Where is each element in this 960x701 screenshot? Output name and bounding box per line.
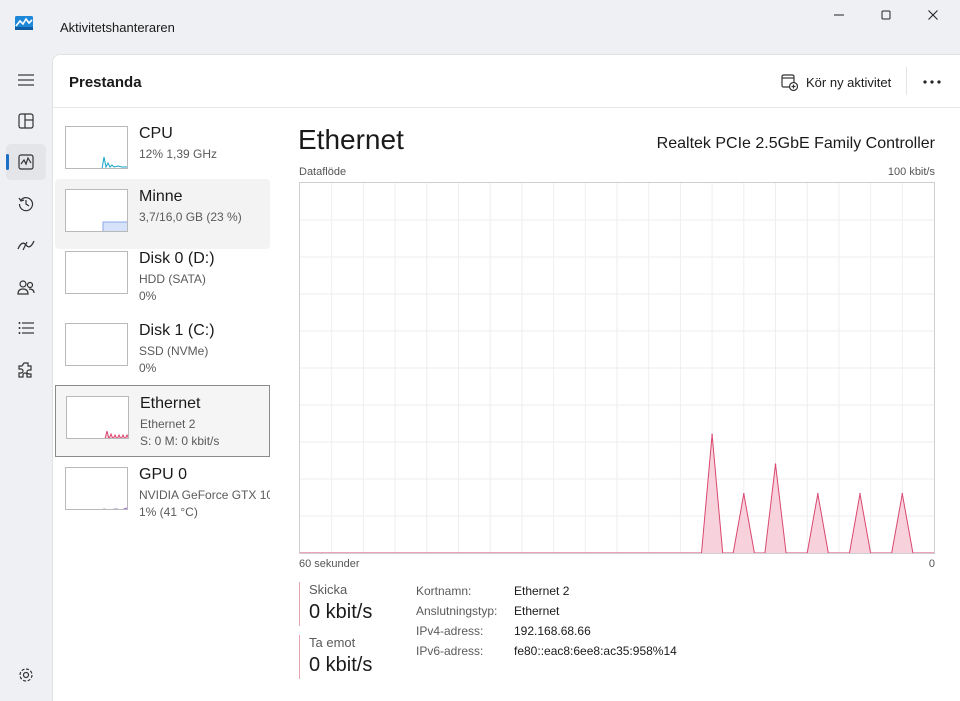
nav-services[interactable] (6, 352, 46, 388)
resource-item-disk-1[interactable]: Disk 1 (C:) SSD (NVMe) 0% (55, 313, 270, 383)
receive-value: 0 kbit/s (309, 654, 373, 676)
property-value: 192.168.68.66 (514, 624, 591, 638)
resource-subtitle: SSD (NVMe) (139, 344, 209, 358)
nav-details[interactable] (6, 310, 46, 346)
send-value: 0 kbit/s (309, 601, 373, 623)
resource-subtitle: 3,7/16,0 GB (23 %) (139, 210, 242, 224)
chart-label-max: 100 kbit/s (887, 166, 935, 178)
close-icon (928, 10, 938, 20)
receive-stat: Ta emot 0 kbit/s (299, 635, 399, 679)
resource-usage: 1% (41 °C) (139, 505, 198, 519)
page-title: Prestanda (69, 74, 142, 91)
property-key: IPv4-adress: (416, 624, 484, 638)
throughput-data-point (901, 493, 904, 495)
page-header: Prestanda Kör ny aktivitet (53, 55, 960, 108)
app-history-icon (18, 197, 34, 212)
resource-name: Disk 1 (C:) (139, 322, 215, 339)
receive-label: Ta emot (309, 635, 356, 650)
resource-usage: 0% (139, 289, 157, 303)
minimize-button[interactable] (816, 0, 862, 30)
maximize-button[interactable] (863, 0, 909, 30)
send-stat: Skicka 0 kbit/s (299, 582, 399, 626)
nav-settings[interactable] (6, 657, 46, 693)
nav-app-history[interactable] (6, 186, 46, 222)
throughput-chart-svg (300, 183, 934, 553)
nav-performance[interactable] (6, 144, 46, 180)
startup-apps-icon (17, 240, 35, 251)
services-icon (18, 362, 32, 378)
resource-usage: 0% (139, 361, 157, 375)
task-manager-icon (15, 16, 33, 30)
settings-icon (19, 668, 33, 682)
resource-name: Minne (139, 188, 183, 205)
nav-startup-apps[interactable] (6, 227, 46, 263)
memory-thumbnail-graph (65, 189, 128, 232)
property-value: Ethernet 2 (514, 584, 570, 598)
resource-name: Ethernet (140, 395, 201, 412)
chart-label-throughput: Dataflöde (299, 166, 347, 178)
throughput-data-point (711, 433, 713, 436)
resource-item-disk-0[interactable]: Disk 0 (D:) HDD (SATA) 0% (55, 241, 270, 311)
disk-0-thumbnail-graph (65, 251, 128, 294)
property-value: Ethernet (514, 604, 560, 618)
resource-subtitle: 12% 1,39 GHz (139, 147, 218, 161)
resource-item-gpu-0[interactable]: GPU 0 NVIDIA GeForce GTX 10 1% (41 °C) (55, 457, 270, 527)
cpu-thumbnail-graph (65, 126, 128, 169)
more-options-button[interactable] (916, 69, 948, 95)
nav-menu-button[interactable] (6, 62, 46, 98)
throughput-data-point (743, 493, 745, 495)
nav-processes[interactable] (6, 103, 46, 139)
performance-icon (18, 154, 34, 170)
device-name: Realtek PCIe 2.5GbE Family Controller (656, 135, 935, 152)
resource-item-ethernet[interactable]: Ethernet Ethernet 2 S: 0 M: 0 kbit/s (55, 385, 270, 457)
run-new-task-label: Kör ny aktivitet (806, 74, 892, 90)
throughput-chart (299, 182, 935, 554)
send-label: Skicka (309, 582, 348, 597)
navigation-rail (0, 54, 52, 701)
chart-axis-zero-label: 0 (928, 558, 935, 570)
detail-title: Ethernet (298, 124, 404, 155)
resource-item-memory[interactable]: Minne 3,7/16,0 GB (23 %) (55, 179, 270, 249)
property-key: Anslutningstyp: (416, 604, 498, 618)
title-bar: Aktivitetshanteraren (0, 0, 960, 54)
property-value: fe80::eac8:6ee8:ac35:958%14 (514, 644, 677, 658)
maximize-icon (881, 10, 891, 20)
resource-subtitle: Ethernet 2 (140, 417, 196, 431)
processes-icon (18, 113, 34, 129)
resource-item-cpu[interactable]: CPU 12% 1,39 GHz (55, 116, 270, 186)
run-new-task-button[interactable]: Kör ny aktivitet (775, 69, 897, 95)
property-key: IPv6-adress: (416, 644, 484, 658)
users-icon (17, 280, 35, 295)
close-button[interactable] (910, 0, 956, 30)
resource-subtitle: NVIDIA GeForce GTX 10 (139, 488, 270, 502)
window-title: Aktivitetshanteraren (60, 20, 175, 35)
chart-axis-time-label: 60 sekunder (299, 558, 360, 570)
resource-usage: S: 0 M: 0 kbit/s (140, 434, 220, 448)
throughput-data-point (816, 493, 819, 495)
resource-name: CPU (139, 125, 173, 142)
throughput-data-point (774, 463, 777, 466)
disk-1-thumbnail-graph (65, 323, 128, 366)
ethernet-thumbnail-graph (66, 396, 129, 439)
menu-icon (18, 74, 34, 86)
more-options-icon (923, 80, 941, 84)
resource-subtitle: HDD (SATA) (139, 272, 206, 286)
run-task-icon (781, 73, 798, 91)
resource-name: Disk 0 (D:) (139, 250, 215, 267)
property-key: Kortnamn: (416, 584, 472, 598)
gpu-thumbnail-graph (65, 467, 128, 510)
main-panel: Prestanda Kör ny aktivitet CPU 12% 1,39 … (52, 54, 960, 701)
details-icon (18, 322, 34, 334)
minimize-icon (834, 14, 844, 16)
resource-name: GPU 0 (139, 466, 188, 483)
header-divider (906, 67, 907, 95)
nav-users[interactable] (6, 269, 46, 305)
throughput-data-point (859, 493, 861, 495)
